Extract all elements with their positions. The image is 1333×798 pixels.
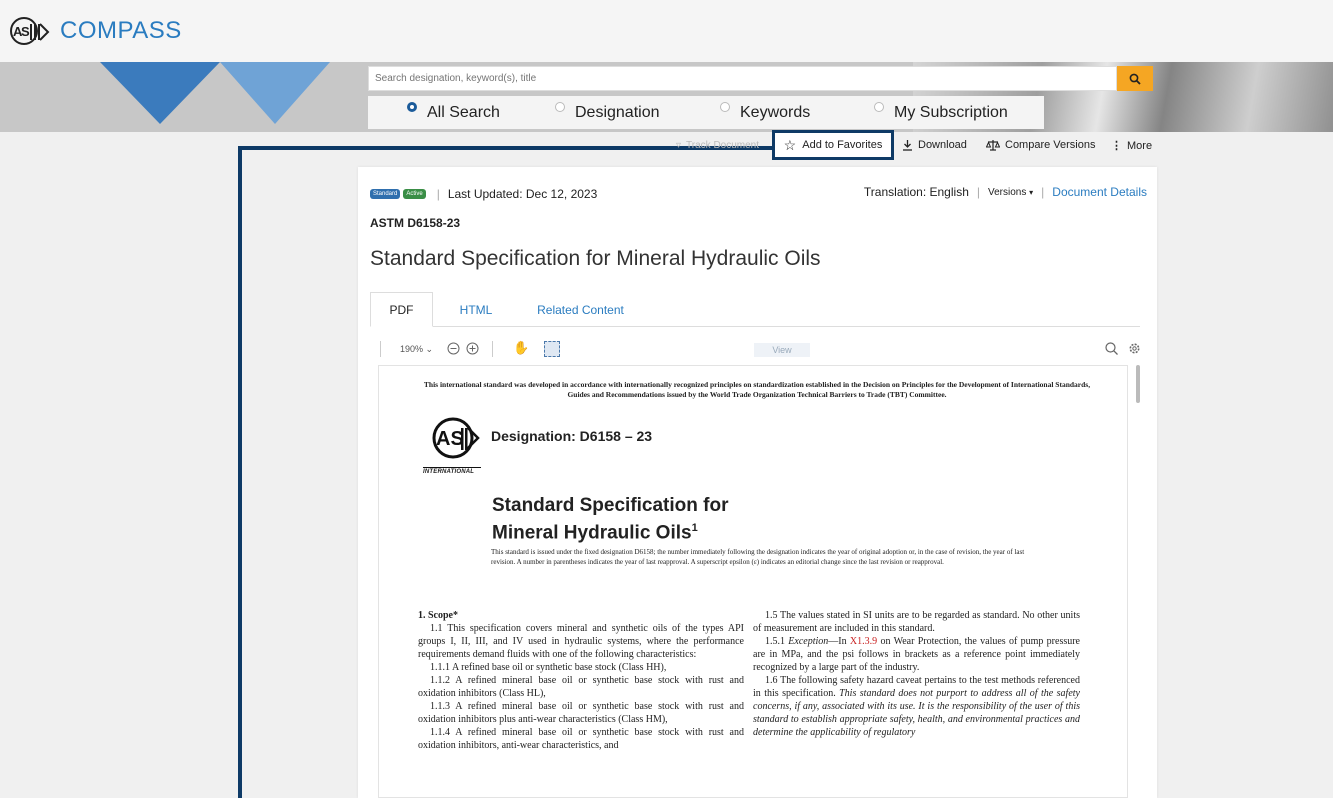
pdf-designation: Designation: D6158 – 23 xyxy=(491,428,653,444)
compass-logo[interactable]: A S COMPASS xyxy=(10,15,182,47)
svg-text:AS: AS xyxy=(436,428,464,450)
download-icon xyxy=(903,140,912,151)
page-title: Standard Specification for Mineral Hydra… xyxy=(370,247,821,270)
more-button[interactable]: ⋮ More xyxy=(1111,139,1152,153)
paragraph: 1.6 The following safety hazard caveat p… xyxy=(753,675,1080,738)
kebab-icon: ⋮ xyxy=(1111,140,1122,152)
caret-down-icon: ⌄ xyxy=(425,344,434,354)
gear-icon[interactable] xyxy=(1128,342,1141,355)
pdf-left-column: 1. Scope* 1.1 This specification covers … xyxy=(418,609,744,752)
document-tabs: PDF HTML Related Content xyxy=(370,292,1140,327)
top-bar: A S COMPASS xyxy=(0,0,1333,62)
meta-actions: Translation: English | Versions ▾ | Docu… xyxy=(864,185,1147,199)
standard-badge: Standard xyxy=(370,189,401,199)
zoom-dropdown[interactable]: 190% ⌄ xyxy=(400,344,433,355)
paragraph: 1.5 The values stated in SI units are to… xyxy=(753,610,1080,634)
search-input[interactable] xyxy=(369,67,1116,90)
tab-pdf[interactable]: PDF xyxy=(370,292,433,327)
caret-down-icon: ▾ xyxy=(1029,187,1034,197)
divider: | xyxy=(1041,185,1045,199)
pdf-title-line: Standard Specification for xyxy=(492,495,729,516)
star-icon: ☆ xyxy=(783,136,797,153)
versions-dropdown[interactable]: Versions ▾ xyxy=(988,187,1033,198)
radio-icon xyxy=(720,101,730,112)
logo-caption: INTERNATIONAL xyxy=(423,467,481,475)
compare-versions-button[interactable]: Compare Versions xyxy=(986,139,1096,151)
zoom-out-icon[interactable] xyxy=(447,342,460,355)
radio-icon xyxy=(874,101,884,112)
paragraph: 1.1.1 A refined base oil or synthetic ba… xyxy=(430,662,667,673)
paragraph: 1.1 This specification covers mineral an… xyxy=(418,623,744,660)
scope-label: All Search xyxy=(427,103,500,121)
paragraph: 1.1.4 A refined mineral base oil or synt… xyxy=(418,727,744,751)
document-id: ASTM D6158-23 xyxy=(370,216,461,230)
translation-selector[interactable]: Translation: English xyxy=(864,185,969,199)
scope-label: My Subscription xyxy=(894,103,1008,121)
pdf-scrollbar[interactable] xyxy=(1136,365,1140,403)
radio-selected-icon xyxy=(407,101,417,112)
pdf-designation-note: This standard is issued under the fixed … xyxy=(491,548,1025,566)
document-details-link[interactable]: Document Details xyxy=(1052,185,1147,199)
scope-designation[interactable]: Designation xyxy=(555,101,660,122)
active-badge: Active xyxy=(403,189,426,199)
astm-international-logo: AS INTERNATIONAL xyxy=(423,414,485,475)
toolbar-divider xyxy=(492,341,493,357)
scope-keywords[interactable]: Keywords xyxy=(720,101,811,122)
tab-related-content[interactable]: Related Content xyxy=(528,292,633,327)
scope-all-search[interactable]: All Search xyxy=(407,101,500,122)
hand-tool-icon[interactable]: ✋ xyxy=(513,340,529,356)
highlight-frame-left xyxy=(238,146,242,798)
scope-label: Keywords xyxy=(740,103,811,121)
divider: | xyxy=(436,187,440,201)
pdf-page: This international standard was develope… xyxy=(378,365,1128,798)
paragraph: 1.1.2 A refined mineral base oil or synt… xyxy=(418,675,744,699)
last-updated: Last Updated: Dec 12, 2023 xyxy=(447,187,598,201)
astm-logo-icon: A S xyxy=(10,17,50,45)
view-button[interactable]: View xyxy=(754,343,810,357)
scale-icon xyxy=(986,140,1000,151)
tab-html[interactable]: HTML xyxy=(446,292,506,327)
radio-icon xyxy=(555,101,565,112)
zoom-in-icon[interactable] xyxy=(466,342,479,355)
section-heading: 1. Scope* xyxy=(418,610,458,621)
search-field[interactable] xyxy=(368,66,1117,91)
filter-icon: ▿ xyxy=(676,140,682,151)
document-meta-row: Standard Active | Last Updated: Dec 12, … xyxy=(370,185,1147,203)
scope-my-subscription[interactable]: My Subscription xyxy=(874,101,1008,122)
paragraph: 1.5.1 Exception—In X1.3.9 on Wear Protec… xyxy=(753,636,1080,673)
cross-reference-link[interactable]: X1.3.9 xyxy=(850,636,877,647)
astm-logo-icon: AS xyxy=(432,417,480,459)
download-button[interactable]: Download xyxy=(902,139,967,151)
toolbar-divider xyxy=(380,341,381,357)
search-icon[interactable] xyxy=(1105,342,1118,355)
search-icon xyxy=(1129,73,1141,85)
footnote-marker: 1 xyxy=(691,522,698,534)
search-button[interactable] xyxy=(1117,66,1153,91)
pdf-title: Standard Specification for Mineral Hydra… xyxy=(492,494,728,544)
paragraph: 1.1.3 A refined mineral base oil or synt… xyxy=(418,701,744,725)
add-to-favorites-button[interactable]: ☆ Add to Favorites xyxy=(772,130,894,160)
select-tool-icon[interactable] xyxy=(544,341,560,357)
divider: | xyxy=(976,185,980,199)
brand-name: COMPASS xyxy=(60,17,182,44)
pdf-intro-text: This international standard was develope… xyxy=(423,380,1091,399)
svg-text:S: S xyxy=(21,24,30,39)
pdf-title-line: Mineral Hydraulic Oils1 xyxy=(492,522,698,544)
track-document-button[interactable]: ▿ Track Document xyxy=(676,140,759,151)
pdf-right-column: 1.5 The values stated in SI units are to… xyxy=(753,609,1080,739)
search-scope-bar: All Search Designation Keywords My Subsc… xyxy=(368,96,1044,129)
scope-label: Designation xyxy=(575,103,660,121)
pdf-toolbar: 190% ⌄ ✋ View xyxy=(380,337,1140,361)
